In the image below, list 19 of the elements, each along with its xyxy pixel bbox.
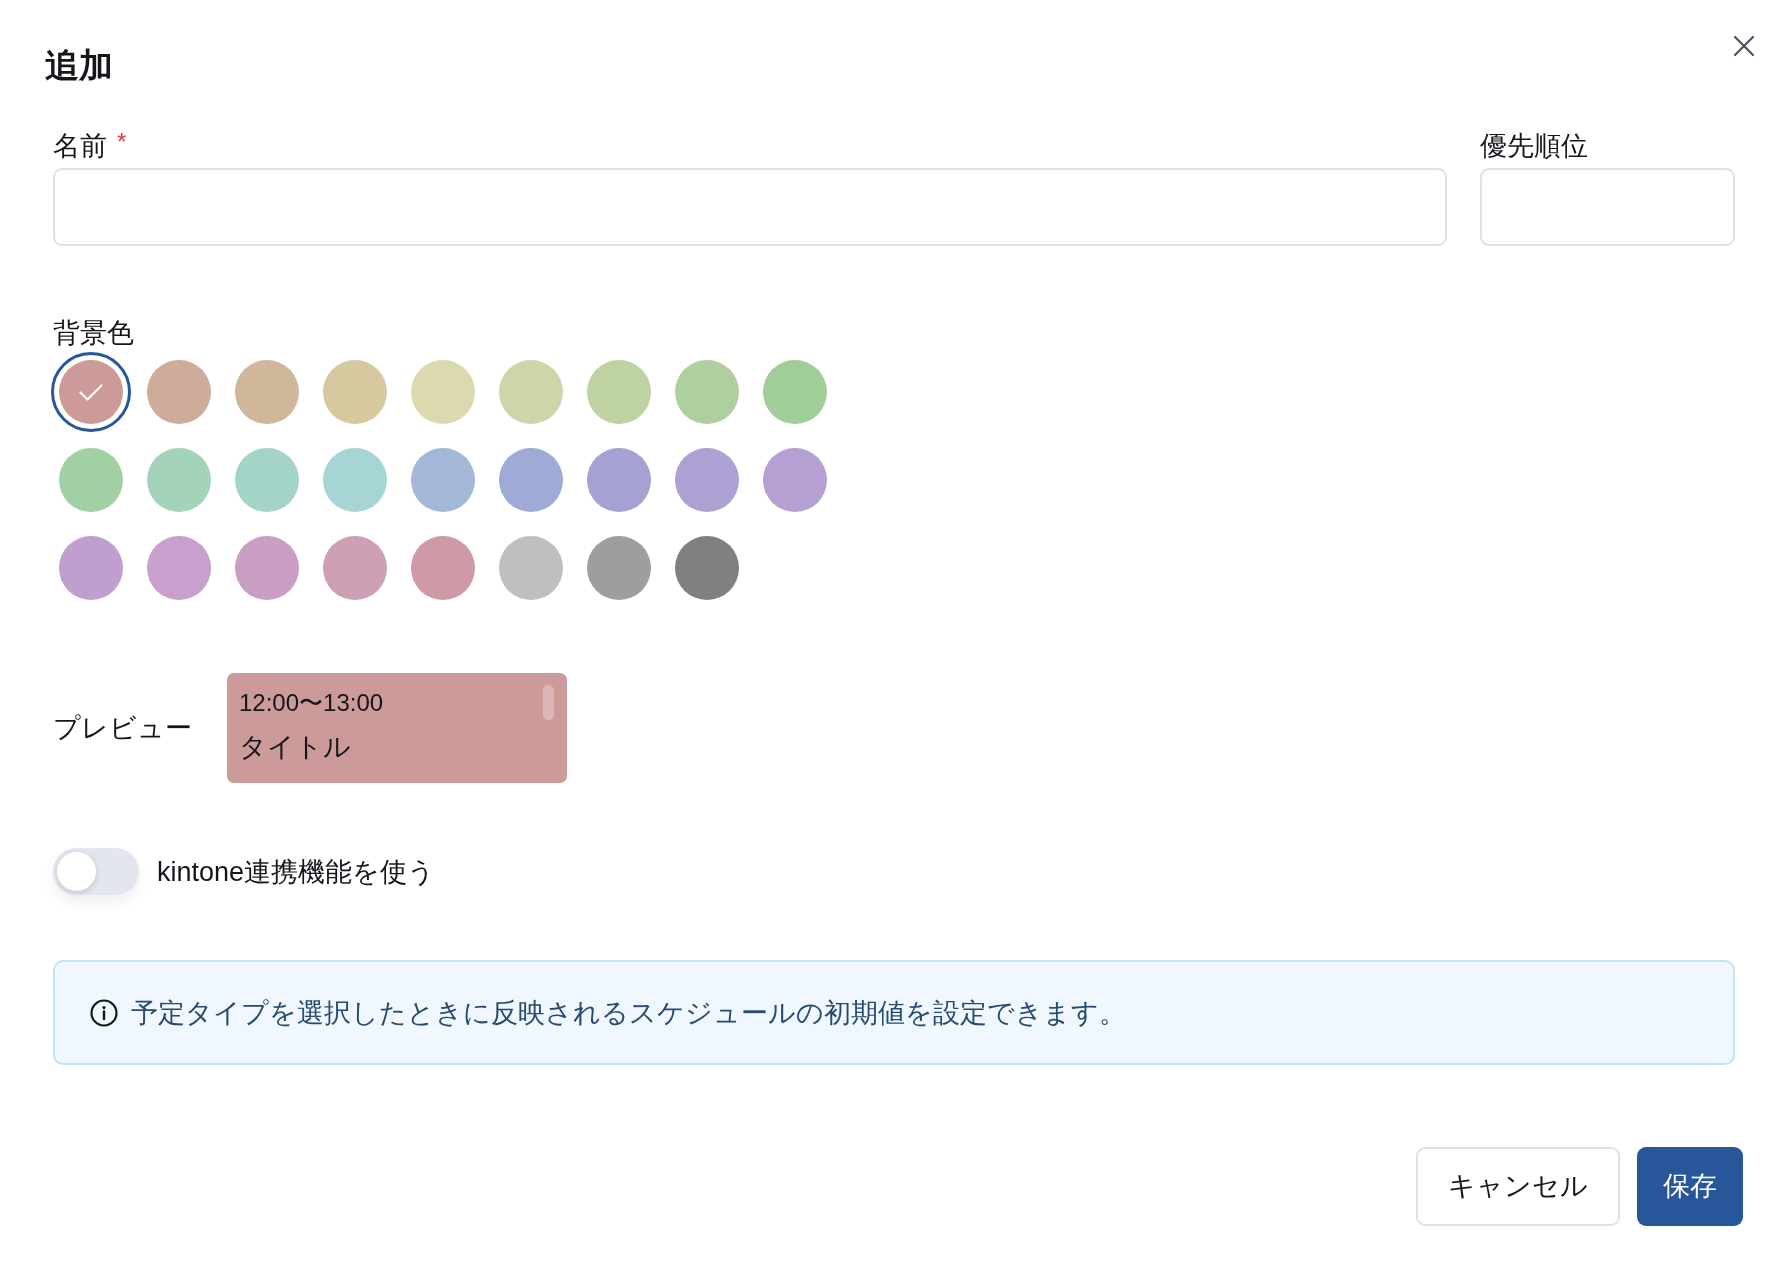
field-label: 背景色: [53, 317, 134, 350]
field-label: 名前: [53, 130, 107, 163]
scrollbar-thumb[interactable]: [543, 685, 554, 720]
text-input[interactable]: [53, 168, 1447, 246]
close-icon[interactable]: [1733, 35, 1755, 57]
check-icon: [79, 383, 103, 401]
toggle-switch[interactable]: [53, 848, 139, 895]
toggle-label: kintone連携機能を使う: [157, 855, 436, 889]
dialog-title: 追加: [45, 45, 113, 85]
required-mark: *: [117, 128, 127, 156]
info-text: 予定タイプを選択したときに反映されるスケジュールの初期値を設定できます。: [131, 996, 1126, 1030]
field-label: プレビュー: [53, 712, 192, 745]
cancel-button[interactable]: キャンセル: [1416, 1147, 1620, 1226]
event-title: タイトル: [239, 731, 351, 764]
text-input[interactable]: [1480, 168, 1735, 246]
field-label: 優先順位: [1480, 130, 1588, 163]
save-button[interactable]: 保存: [1637, 1147, 1743, 1226]
event-time: 12:00〜13:00: [239, 688, 384, 718]
info-icon: [90, 998, 118, 1027]
